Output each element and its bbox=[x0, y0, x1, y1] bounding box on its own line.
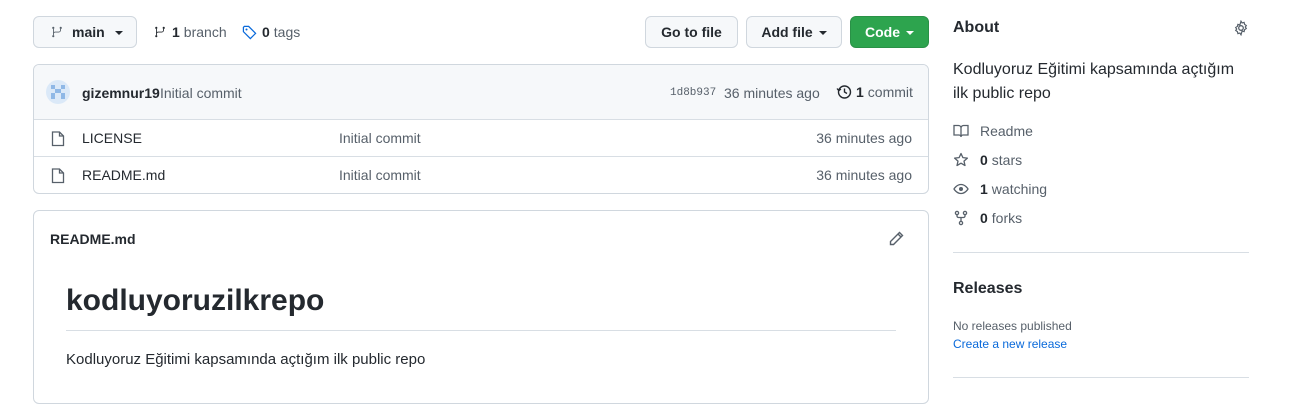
forks-link[interactable]: 0 forks bbox=[953, 210, 1022, 226]
sidebar-divider bbox=[953, 252, 1249, 253]
eye-icon bbox=[953, 181, 969, 197]
chevron-down-icon bbox=[906, 31, 914, 35]
commit-message[interactable]: Initial commit bbox=[160, 85, 242, 101]
file-commit-message[interactable]: Initial commit bbox=[339, 130, 421, 146]
avatar[interactable] bbox=[46, 80, 70, 104]
readme-filename: README.md bbox=[50, 231, 136, 247]
branch-select-button[interactable]: main bbox=[33, 16, 137, 48]
git-branch-icon bbox=[153, 25, 167, 39]
commit-hash[interactable]: 1d8b937 bbox=[670, 87, 716, 99]
tag-label: tags bbox=[273, 24, 301, 40]
no-releases-text: No releases published bbox=[953, 319, 1072, 333]
add-file-label: Add file bbox=[761, 24, 813, 40]
watching-label: watching bbox=[991, 181, 1048, 197]
go-to-file-button[interactable]: Go to file bbox=[645, 16, 738, 48]
commit-author[interactable]: gizemnur19 bbox=[82, 85, 160, 101]
add-file-button[interactable]: Add file bbox=[746, 16, 842, 48]
tag-icon bbox=[242, 25, 257, 40]
branch-count: 1 bbox=[172, 24, 180, 40]
watching-count: 1 bbox=[980, 181, 988, 197]
chevron-down-icon bbox=[818, 31, 827, 35]
readme-link-label: Readme bbox=[980, 123, 1033, 139]
releases-title[interactable]: Releases bbox=[953, 280, 1022, 298]
file-name[interactable]: README.md bbox=[82, 167, 165, 183]
file-name[interactable]: LICENSE bbox=[82, 130, 142, 146]
tag-count: 0 bbox=[262, 24, 270, 40]
history-icon bbox=[836, 84, 852, 100]
file-icon bbox=[51, 131, 65, 147]
stars-label: stars bbox=[991, 152, 1023, 168]
git-branch-icon bbox=[50, 25, 64, 39]
about-description: Kodluyoruz Eğitimi kapsamında açtığım il… bbox=[953, 61, 1235, 102]
branches-link[interactable]: 1 branch bbox=[153, 23, 227, 41]
commit-label: commit bbox=[867, 84, 913, 100]
readme-body: Kodluyoruz Eğitimi kapsamında açtığım il… bbox=[66, 351, 426, 368]
file-browser: gizemnur19 Initial commit 1d8b937 36 min… bbox=[33, 64, 929, 194]
commit-time: 36 minutes ago bbox=[724, 85, 820, 101]
forks-label: forks bbox=[991, 210, 1023, 226]
readme-link[interactable]: Readme bbox=[953, 123, 1033, 139]
file-time: 36 minutes ago bbox=[816, 167, 912, 183]
file-row[interactable]: README.md Initial commit 36 minutes ago bbox=[34, 156, 928, 193]
latest-commit-bar: gizemnur19 Initial commit 1d8b937 36 min… bbox=[34, 65, 928, 119]
about-title: About bbox=[953, 19, 1000, 36]
readme-panel: README.md kodluyoruzilkrepo Kodluyoruz E… bbox=[33, 210, 929, 404]
tags-link[interactable]: 0 tags bbox=[242, 23, 300, 41]
file-row[interactable]: LICENSE Initial commit 36 minutes ago bbox=[34, 119, 928, 156]
readme-heading: kodluyoruzilkrepo bbox=[66, 284, 325, 317]
gear-icon[interactable] bbox=[1233, 20, 1249, 36]
star-icon bbox=[953, 152, 969, 168]
stars-count: 0 bbox=[980, 152, 988, 168]
chevron-down-icon bbox=[114, 31, 123, 35]
go-to-file-label: Go to file bbox=[661, 24, 722, 40]
code-label: Code bbox=[865, 24, 900, 40]
watching-link[interactable]: 1 watching bbox=[953, 181, 1047, 197]
forks-count: 0 bbox=[980, 210, 988, 226]
pencil-icon[interactable] bbox=[888, 231, 904, 247]
file-commit-message[interactable]: Initial commit bbox=[339, 167, 421, 183]
commits-link[interactable]: 1 commit bbox=[836, 84, 913, 100]
stars-link[interactable]: 0 stars bbox=[953, 152, 1022, 168]
book-icon bbox=[953, 123, 969, 139]
file-time: 36 minutes ago bbox=[816, 130, 912, 146]
create-release-link[interactable]: Create a new release bbox=[953, 337, 1067, 351]
commit-count: 1 bbox=[856, 84, 864, 100]
sidebar-divider bbox=[953, 377, 1249, 378]
heading-divider bbox=[66, 330, 896, 331]
file-icon bbox=[51, 168, 65, 184]
repo-forked-icon bbox=[953, 210, 969, 226]
branch-label: branch bbox=[183, 24, 227, 40]
code-button[interactable]: Code bbox=[850, 16, 929, 48]
branch-select-label: main bbox=[72, 24, 105, 40]
